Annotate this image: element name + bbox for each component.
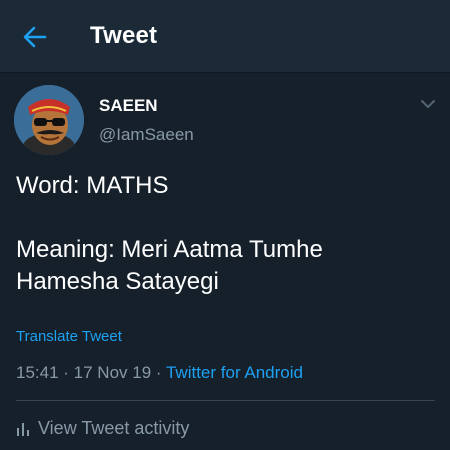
tweet-meta: 15:41 · 17 Nov 19 · Twitter for Android	[16, 363, 303, 383]
view-tweet-activity-label: View Tweet activity	[38, 418, 190, 438]
tweet-detail-screen: Tweet SAEEN @IamSaeen Word: MATHS Meanin…	[0, 0, 450, 450]
arrow-left-icon	[23, 26, 47, 48]
tweet-text-line: Word: MATHS	[16, 172, 169, 199]
top-bar: Tweet	[0, 0, 450, 73]
back-button[interactable]	[22, 24, 48, 50]
tweet-text-line: Hamesha Satayegi	[16, 268, 219, 295]
tweet-text-line: Meaning: Meri Aatma Tumhe	[16, 236, 323, 263]
tweet-text-gap	[16, 202, 436, 234]
avatar[interactable]	[14, 85, 84, 155]
divider	[16, 400, 435, 401]
tweet-time: 15:41	[16, 363, 59, 382]
chevron-down-icon	[421, 100, 435, 108]
cartoon-avatar-icon	[14, 85, 84, 155]
tweet-date: 17 Nov 19	[73, 363, 152, 382]
bar-chart-icon	[17, 422, 29, 436]
page-title: Tweet	[90, 22, 158, 49]
author-handle[interactable]: @IamSaeen	[99, 125, 194, 145]
author-name[interactable]: SAEEN	[99, 96, 158, 116]
more-options-button[interactable]	[420, 97, 436, 109]
meta-separator: ·	[63, 363, 74, 382]
view-tweet-activity-button[interactable]: View Tweet activity	[16, 418, 189, 439]
translate-tweet-link[interactable]: Translate Tweet	[16, 328, 122, 345]
meta-separator: ·	[155, 363, 166, 382]
tweet-source-link[interactable]: Twitter for Android	[166, 363, 303, 382]
tweet-text: Word: MATHS Meaning: Meri Aatma Tumhe Ha…	[16, 170, 436, 298]
